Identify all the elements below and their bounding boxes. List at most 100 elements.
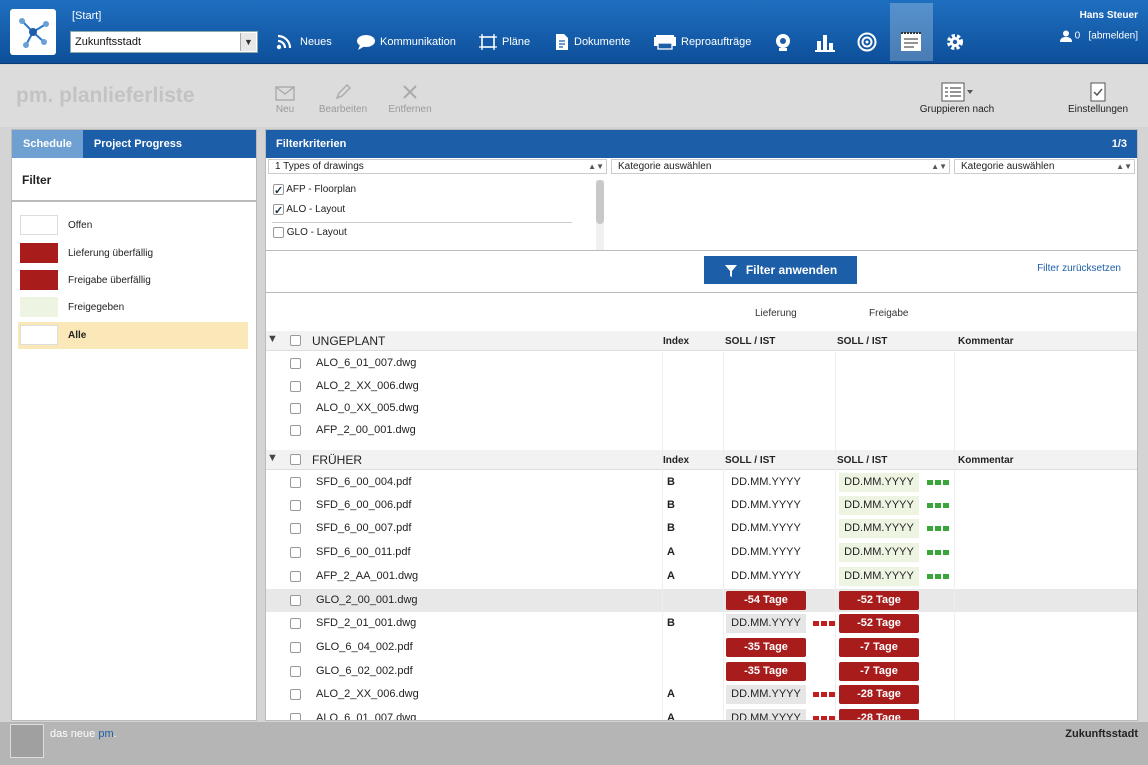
table-row[interactable]: ALO_2_XX_006.dwg A DD.MM.YYYY -28 Tage [266,683,1137,706]
nav-neues-label: Neues [300,36,332,48]
row-checkbox[interactable] [290,425,301,436]
group-header-ungeplant[interactable]: ▼ UNGEPLANT Index SOLL / IST SOLL / IST … [266,331,1137,351]
target-icon[interactable] [857,32,877,52]
row-checkbox[interactable] [290,595,301,606]
scrollbar-thumb[interactable] [596,180,604,224]
new-button[interactable]: Neu [272,80,298,115]
table-row[interactable]: AFP_2_00_001.dwg [266,419,1137,442]
edit-button-label: Bearbeiten [318,104,368,115]
remove-button[interactable]: Entfernen [384,80,436,115]
group-by-label: Gruppieren nach [919,104,995,115]
divider [266,292,1137,293]
legend-label: Offen [68,219,93,231]
filter-option-afp[interactable]: AFP - Floorplan [273,181,357,200]
table-row[interactable]: ALO_2_XX_006.dwg [266,375,1137,398]
webcam-icon[interactable] [773,32,793,52]
group-checkbox[interactable] [290,454,301,465]
nav-plaene[interactable]: Pläne [478,28,530,56]
table-row[interactable]: GLO_6_04_002.pdf -35 Tage -7 Tage [266,636,1137,659]
remove-button-label: Entfernen [388,104,432,115]
row-checkbox[interactable] [290,547,301,558]
table-row[interactable]: SFD_6_00_011.pdf A DD.MM.YYYY DD.MM.YYYY [266,541,1137,564]
nav-dokumente[interactable]: Dokumente [554,28,630,56]
table-row[interactable]: ALO_6_01_007.dwg A DD.MM.YYYY -28 Tage [266,707,1137,720]
dropdown-value: 1 Types of drawings [275,161,364,172]
category-dropdown-2[interactable]: Kategorie auswählen ▲▼ [954,159,1135,174]
row-checkbox[interactable] [290,666,301,677]
tab-project-progress[interactable]: Project Progress [83,130,193,158]
category-dropdown-1[interactable]: Kategorie auswählen ▲▼ [611,159,950,174]
freigabe-overdue: -52 Tage [839,591,919,610]
nav-neues[interactable]: Neues [276,28,332,56]
chevron-down-icon[interactable]: ▼ [240,33,256,51]
triangle-down-icon[interactable]: ▼ [267,333,278,345]
edit-button[interactable]: Bearbeiten [314,80,372,115]
filter-scrollbar[interactable] [596,180,604,250]
app-logo[interactable] [10,9,56,55]
table-row-selected[interactable]: GLO_2_00_001.dwg -54 Tage -52 Tage [266,589,1137,612]
filter-option-label: ALO - Layout [286,204,346,215]
table-row[interactable]: SFD_6_00_004.pdf B DD.MM.YYYY DD.MM.YYYY [266,471,1137,494]
group-by-button[interactable]: Gruppieren nach [912,80,1002,115]
row-filename: SFD_6_00_007.pdf [316,522,412,534]
table-row[interactable]: SFD_6_00_006.pdf B DD.MM.YYYY DD.MM.YYYY [266,494,1137,517]
row-checkbox[interactable] [290,523,301,534]
nav-kommunikation[interactable]: Kommunikation [356,28,456,56]
group-checkbox[interactable] [290,335,301,346]
row-checkbox[interactable] [290,358,301,369]
col-index: Index [663,455,690,466]
row-checkbox[interactable] [290,500,301,511]
filter-option-label: AFP - Floorplan [286,184,357,195]
table-row[interactable]: ALO_0_XX_005.dwg [266,397,1137,420]
table-row[interactable]: GLO_6_02_002.pdf -35 Tage -7 Tage [266,660,1137,683]
logout-link[interactable]: [abmelden] [1089,31,1138,42]
status-marker-green [927,574,949,579]
planlist-icon[interactable] [899,30,923,52]
nav-reproauftraege-label: Reproaufträge [681,36,752,48]
row-checkbox[interactable] [290,403,301,414]
legend-item-alle[interactable]: Alle [20,322,86,348]
filter-option-alo[interactable]: ALO - Layout [273,201,346,220]
legend-item-freigabe-ueberfaellig[interactable]: Freigabe überfällig [20,267,151,293]
nav-kommunikation-label: Kommunikation [380,36,456,48]
legend-item-freigegeben[interactable]: Freigegeben [20,294,124,320]
checkbox[interactable] [273,226,284,238]
settings-button[interactable]: Einstellungen [1062,80,1134,115]
group-header-frueher[interactable]: ▼ FRÜHER Index SOLL / IST SOLL / IST Kom… [266,450,1137,470]
tab-schedule[interactable]: Schedule [12,130,83,158]
row-checkbox[interactable] [290,642,301,653]
user-count: 0 [1074,30,1081,42]
row-checkbox[interactable] [290,689,301,700]
triangle-down-icon[interactable]: ▼ [267,452,278,464]
table-row[interactable]: AFP_2_AA_001.dwg A DD.MM.YYYY DD.MM.YYYY [266,565,1137,588]
start-link[interactable]: [Start] [72,10,101,22]
checkbox[interactable] [273,202,284,220]
table-row[interactable]: ALO_6_01_007.dwg [266,352,1137,375]
bar-chart-icon[interactable] [814,32,836,52]
checkbox[interactable] [273,182,284,200]
dropdown-value: Kategorie auswählen [618,161,712,172]
table-row[interactable]: SFD_2_01_001.dwg B DD.MM.YYYY -52 Tage [266,612,1137,635]
legend-item-offen[interactable]: Offen [20,212,92,238]
status-marker-green [927,526,949,531]
status-marker-red [813,692,835,697]
apply-filter-button[interactable]: Filter anwenden [704,256,857,284]
col-lieferung-soll-ist: SOLL / IST [725,336,776,347]
row-filename: ALO_6_01_007.dwg [316,357,417,369]
table-row[interactable]: SFD_6_00_007.pdf B DD.MM.YYYY DD.MM.YYYY [266,517,1137,540]
drawing-type-dropdown[interactable]: 1 Types of drawings ▲▼ [268,159,607,174]
legend-item-lieferung-ueberfaellig[interactable]: Lieferung überfällig [20,240,153,266]
row-checkbox[interactable] [290,713,301,720]
nav-reproauftraege[interactable]: Reproaufträge [653,28,751,56]
dropdown-value: Kategorie auswählen [961,161,1055,172]
settings-label: Einstellungen [1067,104,1129,115]
reset-filter-link[interactable]: Filter zurücksetzen [1037,263,1121,274]
project-select[interactable]: Zukunftsstadt ▼ [70,31,258,53]
lieferung-date: DD.MM.YYYY [726,685,806,704]
row-checkbox[interactable] [290,571,301,582]
row-checkbox[interactable] [290,381,301,392]
row-checkbox[interactable] [290,477,301,488]
filter-option-glo[interactable]: GLO - Layout [273,224,347,242]
gear-icon[interactable] [945,32,965,52]
row-checkbox[interactable] [290,618,301,629]
